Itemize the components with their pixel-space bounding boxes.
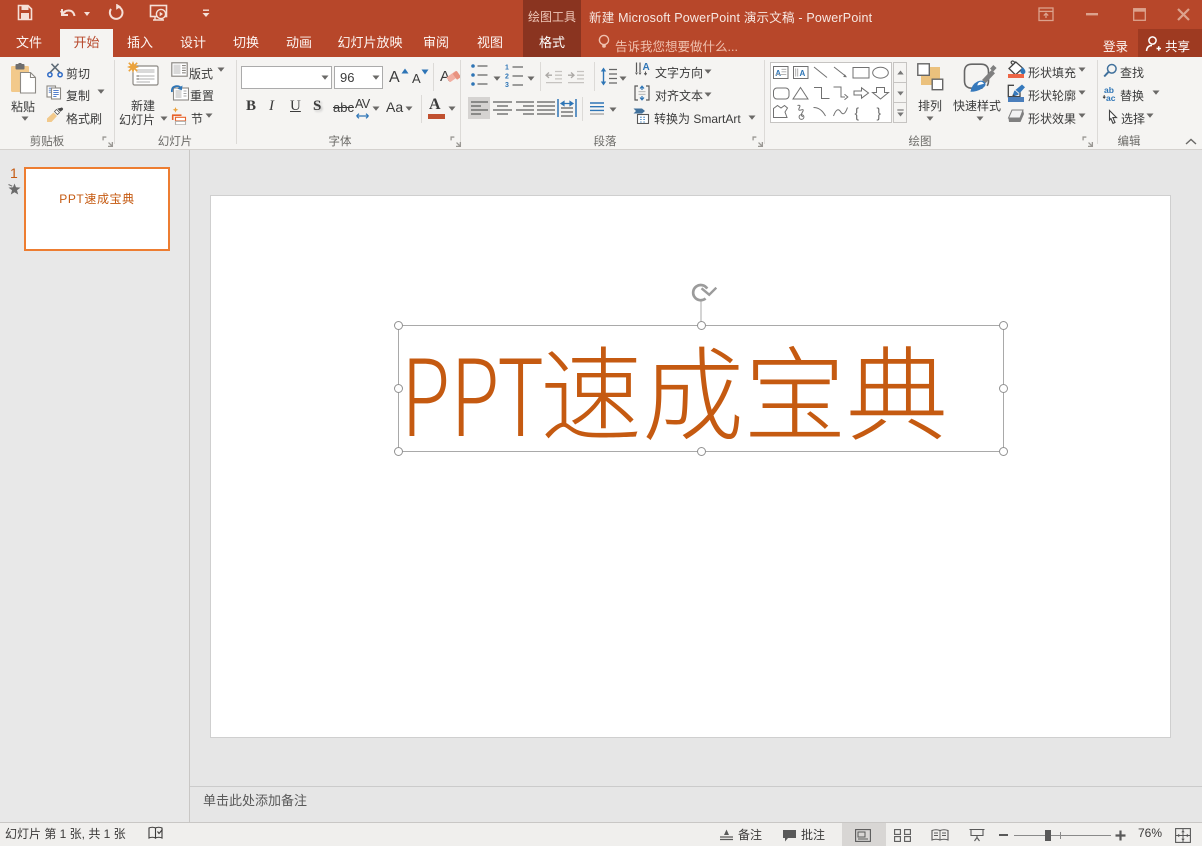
svg-text:1: 1: [505, 65, 509, 72]
svg-text:A: A: [775, 69, 781, 78]
svg-text:A: A: [800, 69, 806, 78]
svg-text:A: A: [643, 62, 650, 73]
svg-text:{: {: [855, 106, 860, 121]
svg-text:2: 2: [505, 74, 509, 81]
svg-text:3: 3: [505, 82, 509, 87]
svg-text:ac: ac: [1106, 93, 1116, 102]
svg-text:}: }: [877, 106, 882, 121]
